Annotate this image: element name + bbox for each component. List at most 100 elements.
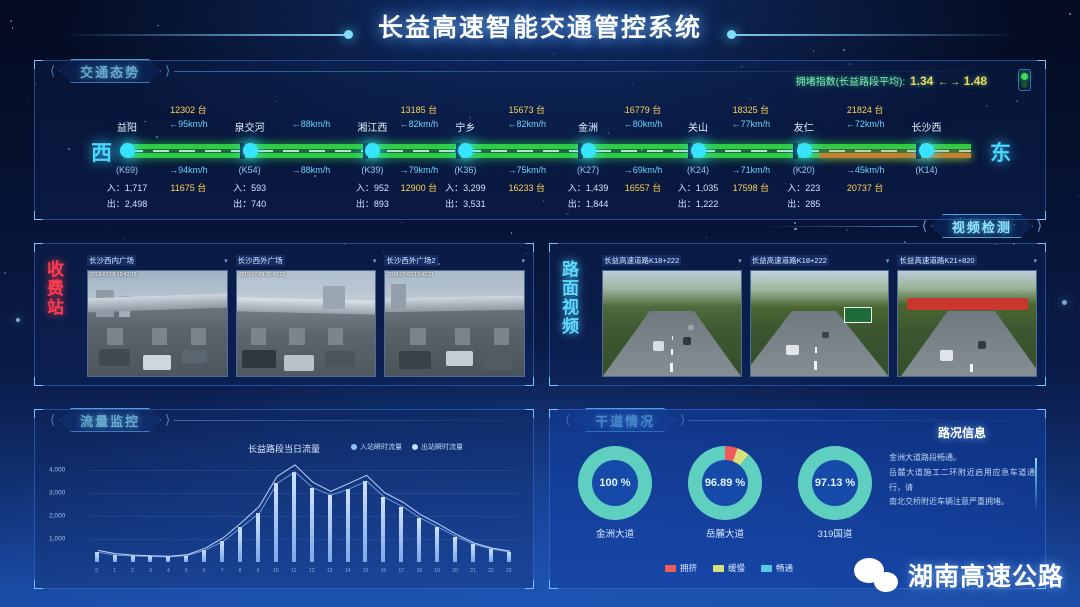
station-milepost: (K27)	[577, 165, 599, 175]
watermark: 湖南高速公路	[854, 557, 1064, 593]
x-axis-tick: 17	[399, 568, 405, 574]
gauge-percent: 97.13 %	[815, 477, 855, 489]
x-axis-tick: 0	[95, 568, 98, 574]
station-name: 宁乡	[455, 119, 475, 134]
station-milepost: (K36)	[454, 165, 476, 175]
chevron-down-icon[interactable]: ▾	[522, 257, 526, 265]
segment-count-west: 21824 台	[847, 103, 884, 116]
legend-item: 出站瞬时流量	[412, 442, 463, 452]
toll-camera[interactable]: 长沙西外广场2 ▾ 2019-07-09 10:42:21	[384, 254, 525, 377]
station-name: 泉交河	[235, 119, 265, 134]
camera-feed[interactable]: 2019-07-09 10:42:16	[87, 270, 228, 377]
toll-camera[interactable]: 长沙西外广场 ▾ 2019-07-09 10:42:18	[236, 254, 377, 377]
station-node[interactable]	[581, 143, 596, 158]
camera-feed[interactable]: 2019-07-09 10:42:21	[384, 270, 525, 377]
camera-feed[interactable]: 2019-07-09 10:42:18	[236, 270, 377, 377]
camera-feed[interactable]	[897, 270, 1037, 377]
gauge-ring: 97.13 %	[798, 446, 872, 520]
gauge-ring: 100 %	[578, 446, 652, 520]
road-camera[interactable]: 长益高速道路K21+820 ▾	[897, 254, 1037, 377]
section-title-video-detect: 视频检测	[952, 217, 1012, 236]
station-name: 关山	[688, 119, 708, 134]
wechat-icon	[854, 558, 898, 592]
station-entry-count: 入：1,439	[568, 181, 609, 194]
segment-speed-west: ←95km/h	[169, 119, 208, 129]
road-info-line: 岳麓大道施工二环附近启用应急车道通行，请	[889, 466, 1035, 496]
x-axis-tick: 12	[309, 568, 315, 574]
segment-count-east: 11675 台	[170, 181, 206, 194]
station-node[interactable]	[243, 143, 258, 158]
gauge: 97.13 % 319国道	[785, 446, 885, 540]
direction-east-label: 东	[990, 137, 1011, 167]
x-axis-tick: 14	[345, 568, 351, 574]
camera-name: 长益高速道路K21+820	[897, 255, 976, 266]
road-info-line: 南北交桥附近车辆注意严重拥堵。	[889, 495, 1035, 510]
legend-item: 畅通	[761, 562, 793, 574]
road-camera[interactable]: 长益高速道路K18+222 ▾	[602, 254, 742, 377]
toll-camera[interactable]: 长沙西内广场 ▾ 2019-07-09 10:42:16	[87, 254, 228, 377]
x-axis-tick: 9	[257, 568, 260, 574]
congestion-value-east: 1.48	[964, 74, 987, 88]
segment-count-east: 12900 台	[401, 181, 438, 194]
chevron-down-icon[interactable]: ▾	[738, 257, 742, 265]
station-milepost: (K69)	[116, 165, 138, 175]
station-entry-count: 入：3,299	[445, 181, 486, 194]
segment-speed-east: →88km/h	[292, 165, 331, 175]
x-axis-tick: 2	[131, 568, 134, 574]
segment-count-west: 15673 台	[508, 103, 545, 116]
station-exit-count: 出：2,498	[107, 197, 148, 210]
y-axis-tick: 4,000	[49, 466, 65, 473]
congestion-arrow-right: →	[950, 77, 959, 88]
x-axis-tick: 3	[149, 568, 152, 574]
x-axis-tick: 23	[506, 568, 512, 574]
legend-item: 缓慢	[713, 562, 745, 574]
camera-feed[interactable]	[750, 270, 890, 377]
road-info-box: 路况信息 金洲大道路段畅通。 岳麓大道施工二环附近启用应急车道通行，请 南北交桥附近…	[889, 424, 1035, 510]
gauge-label: 金洲大道	[565, 526, 665, 540]
camera-feed[interactable]	[602, 270, 742, 377]
app-title-bar: 长益高速智能交通管控系统	[0, 0, 1080, 52]
congestion-label: 拥堵指数(长益路段平均):	[796, 77, 905, 88]
station-node[interactable]	[691, 143, 706, 158]
y-axis-tick: 3,000	[49, 489, 65, 496]
road-camera[interactable]: 长益高速道路K18+222 ▾	[750, 254, 890, 377]
x-axis-tick: 11	[291, 568, 296, 574]
toll-station-video-panel: 收费站 长沙西内广场 ▾ 2019-07-09 10:42:16 长沙西外广场 …	[34, 243, 534, 386]
road-camera-grid: 长益高速道路K18+222 ▾ 长益高速道路K18+222 ▾ 长益高速道路K2…	[602, 254, 1037, 377]
flow-chart-panel: 长益路段当日流量 入站瞬时流量 出站瞬时流量 1,000 2,000 3,000 4,0…	[34, 409, 534, 589]
road-video-label: 路面视频	[562, 260, 588, 336]
toll-station-label: 收费站	[47, 260, 73, 317]
station-exit-count: 出：1,844	[568, 197, 609, 210]
y-axis-tick: 2,000	[49, 512, 65, 519]
y-axis-tick: 1,000	[49, 535, 65, 542]
camera-name: 长益高速道路K18+222	[750, 255, 829, 266]
camera-timestamp: 2019-07-09 10:42:18	[239, 272, 285, 278]
chevron-down-icon[interactable]: ▾	[373, 257, 377, 265]
station-node[interactable]	[797, 143, 812, 158]
station-entry-count: 入：593	[233, 181, 266, 194]
x-axis-tick: 21	[470, 568, 476, 574]
segment-count-west: 18325 台	[733, 103, 770, 116]
traffic-situation-panel: 拥堵指数(长益路段平均): 1.34 ← → 1.48 西 东 益阳 (K69) 入…	[34, 60, 1046, 220]
x-axis-tick: 22	[488, 568, 494, 574]
x-axis-tick: 6	[203, 568, 206, 574]
station-exit-count: 出：3,531	[445, 197, 486, 210]
station-milepost: (K14)	[915, 165, 937, 175]
chevron-down-icon[interactable]: ▾	[1034, 257, 1038, 265]
x-axis-tick: 7	[221, 568, 224, 574]
station-milepost: (K20)	[793, 165, 815, 175]
chevron-down-icon[interactable]: ▾	[224, 257, 228, 265]
road-info-body: 金洲大道路段畅通。 岳麓大道施工二环附近启用应急车道通行，请 南北交桥附近车辆注意严…	[889, 451, 1035, 510]
station-entry-count: 入：1,717	[107, 181, 148, 194]
gauge-label: 319国道	[785, 526, 885, 540]
x-axis-tick: 4	[167, 568, 170, 574]
segment-count-west: 16779 台	[625, 103, 662, 116]
segment-count-east: 16557 台	[625, 181, 662, 194]
segment-count-west: 13185 台	[401, 103, 438, 116]
segment-speed-west: ←72km/h	[846, 119, 885, 129]
congestion-arrow-left: ←	[938, 77, 947, 88]
station-node[interactable]	[120, 143, 135, 158]
station-entry-count: 入：1,035	[678, 181, 719, 194]
chevron-down-icon[interactable]: ▾	[886, 257, 890, 265]
x-axis-tick: 8	[239, 568, 242, 574]
